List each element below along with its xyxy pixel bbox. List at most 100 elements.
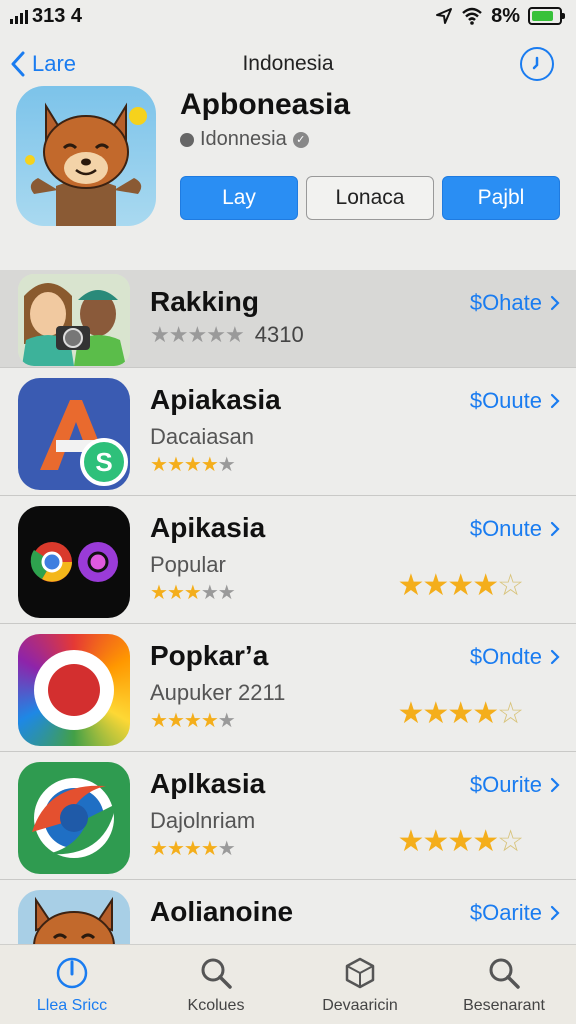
large-rating-stars: ★★★★☆: [397, 568, 524, 603]
list-item[interactable]: Popkarʼa Aupuker 2211 ★★★★★ ★★★★☆ $Ondte: [0, 624, 576, 752]
nav-title: Indonesia: [242, 52, 334, 75]
region-icon: [180, 132, 194, 147]
signal-icon: [10, 8, 28, 24]
star-icon: ★: [166, 710, 185, 732]
star-icon: ★: [397, 825, 424, 858]
star-row: ★★★★★: [150, 454, 236, 476]
wifi-icon: [462, 7, 482, 25]
list-item[interactable]: Apikasia Popular ★★★★★ ★★★★☆ $Onute: [0, 496, 576, 624]
star-icon: ★: [472, 569, 499, 602]
star-icon: ★: [187, 322, 207, 347]
rating-stars: ★★★★★: [150, 452, 236, 477]
star-icon: ★: [217, 454, 236, 476]
lonaca-button[interactable]: Lonaca: [306, 176, 434, 220]
chevron-right-icon: [550, 777, 560, 793]
verified-icon: ✓: [292, 131, 309, 148]
browser-circles-illustration: [30, 542, 118, 582]
app-subtitle: Aupuker 2211: [150, 680, 286, 705]
back-label: Lare: [32, 51, 77, 76]
app-list: Rakking ★★★★★ 4310 $Ohate S Apiakasia Da…: [0, 270, 576, 1008]
large-rating-stars: ★★★★☆: [397, 696, 524, 731]
rating-stars: ★★★★★ 4310: [150, 322, 304, 348]
app-icon-cat[interactable]: [16, 86, 156, 226]
star-icon: ★: [200, 454, 219, 476]
featured-app-subtitle: Idonnesia ✓: [180, 128, 309, 151]
swirl-illustration: [32, 778, 116, 858]
star-icon: ★: [447, 697, 474, 730]
app-title: Apikasia: [150, 512, 266, 543]
star-icon: ☆: [497, 697, 524, 730]
star-icon: ★: [200, 582, 219, 604]
star-icon: ★: [397, 569, 424, 602]
back-button[interactable]: Lare: [10, 51, 76, 77]
app-title: Rakking: [150, 286, 259, 317]
chevron-left-icon: [11, 51, 25, 77]
star-icon: ★: [472, 825, 499, 858]
star-icon: ★: [200, 710, 219, 732]
app-action-label: $Onute: [469, 516, 542, 541]
star-icon: ★: [150, 838, 168, 860]
status-bar: 313 4 8%: [0, 0, 576, 32]
app-title: Popkarʼa: [150, 640, 269, 671]
rating-stars: ★★★★★: [150, 836, 236, 861]
letter-a-illustration: S: [40, 400, 128, 486]
app-action-button[interactable]: $Ouute: [470, 388, 560, 414]
battery-icon: [528, 7, 565, 25]
status-time: 313 4: [32, 4, 83, 27]
rating-stars: ★★★★★: [150, 708, 236, 733]
clock-icon: [532, 56, 539, 70]
tab-label: Kcolues: [187, 997, 245, 1014]
tab-label: Besenarant: [463, 997, 545, 1014]
star-icon: ★: [166, 838, 185, 860]
app-icon-green-swirl: [18, 762, 130, 874]
list-item[interactable]: Aplkasia Dajolnriam ★★★★★ ★★★★☆ $Ourite: [0, 752, 576, 880]
box-icon: [342, 955, 378, 991]
today-icon: [54, 955, 90, 991]
star-icon: ★: [150, 322, 170, 347]
lay-button[interactable]: Lay: [180, 176, 298, 220]
tab-apps[interactable]: Devaaricin: [288, 945, 432, 1024]
tab-today[interactable]: Llea Sricc: [0, 945, 144, 1024]
featured-app-buttons: Lay Lonaca Pajbl: [180, 176, 560, 220]
star-icon: ☆: [497, 569, 524, 602]
star-icon: ★: [447, 825, 474, 858]
app-action-button[interactable]: $Oarite: [470, 900, 560, 926]
star-icon: ★: [166, 582, 185, 604]
star-icon: ★: [183, 582, 202, 604]
star-icon: ★: [217, 838, 236, 860]
star-icon: ★: [224, 322, 245, 347]
tab-search-2[interactable]: Besenarant: [432, 945, 576, 1024]
star-icon: ★: [150, 582, 168, 604]
star-icon: ★: [422, 697, 449, 730]
star-row: ★★★★★: [150, 710, 236, 732]
clock-button[interactable]: [520, 47, 554, 81]
star-icon: ★: [447, 569, 474, 602]
target-illustration: [34, 650, 114, 730]
location-icon: [436, 8, 453, 24]
large-rating-stars: ★★★★☆: [397, 824, 524, 859]
pajbl-button[interactable]: Pajbl: [442, 176, 560, 220]
app-action-button[interactable]: $Ondte: [470, 644, 560, 670]
tab-search[interactable]: Kcolues: [144, 945, 288, 1024]
app-action-button[interactable]: $Onute: [470, 516, 560, 542]
star-icon: ★: [217, 710, 236, 732]
featured-app-subtitle-text: Idonnesia: [200, 128, 287, 150]
tab-label: Devaaricin: [322, 997, 398, 1014]
tab-label: Llea Sricc: [36, 997, 108, 1014]
list-item[interactable]: S Apiakasia Dacaiasan ★★★★★ $Ouute: [0, 368, 576, 496]
search-icon: [486, 955, 522, 991]
app-action-button[interactable]: $Ourite: [470, 772, 560, 798]
app-action-button[interactable]: $Ohate: [470, 290, 560, 316]
search-icon: [198, 955, 234, 991]
app-action-label: $Ouute: [469, 388, 542, 413]
star-icon: ★: [168, 322, 189, 347]
app-action-label: $Ondte: [469, 644, 542, 669]
chevron-right-icon: [550, 649, 560, 665]
app-title: Apiakasia: [150, 384, 281, 415]
app-subtitle: Dajolnriam: [150, 808, 256, 833]
app-subtitle: Dacaiasan: [150, 424, 254, 449]
list-item[interactable]: Rakking ★★★★★ 4310 $Ohate: [0, 270, 576, 368]
star-icon: ★: [206, 322, 226, 347]
star-icon: ★: [217, 582, 236, 604]
battery-percent: 8%: [491, 4, 520, 27]
